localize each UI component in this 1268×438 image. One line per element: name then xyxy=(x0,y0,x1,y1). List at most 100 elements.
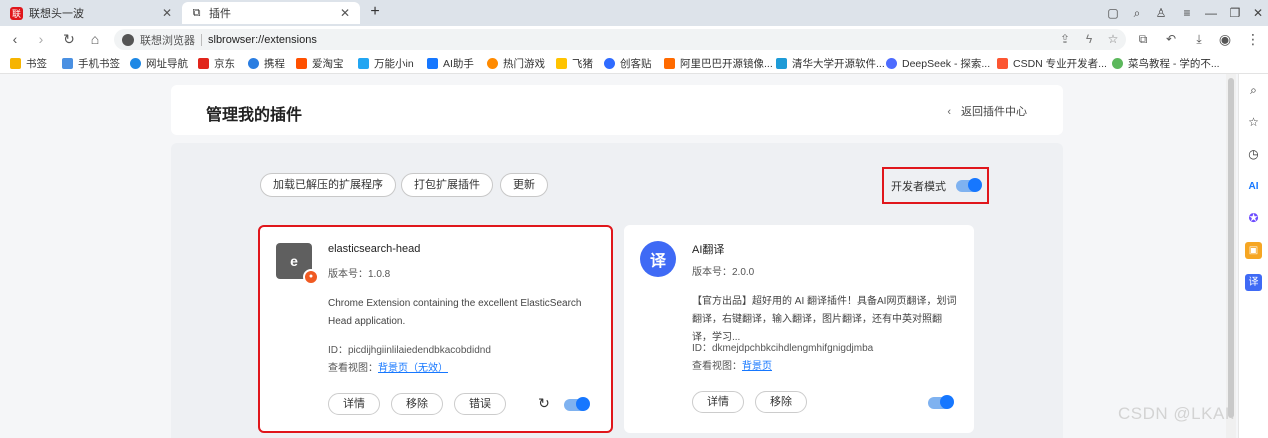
star-icon[interactable]: ☆ xyxy=(1104,30,1122,48)
toolbox-icon[interactable]: ▣ xyxy=(1245,242,1262,259)
extension-name: AI翻译 xyxy=(692,244,725,256)
sidebar-toggle-icon[interactable]: ▢ xyxy=(1104,4,1122,22)
background-page-link[interactable]: 背景页（无效） xyxy=(378,363,448,374)
address-bar[interactable]: 联想浏览器 slbrowser://extensions xyxy=(114,29,1126,50)
ai-icon[interactable]: AI xyxy=(1245,178,1262,195)
history-back-icon[interactable]: ↶ xyxy=(1162,30,1180,48)
extension-card: e ● elasticsearch-head 版本号：1.0.8 Chrome … xyxy=(258,225,613,433)
download-icon[interactable]: ⤓ xyxy=(1190,30,1208,48)
extension-version: 版本号：1.0.8 xyxy=(328,269,391,280)
scrollbar[interactable] xyxy=(1226,74,1236,438)
minimize-icon[interactable]: — xyxy=(1202,4,1220,22)
deepseek-icon xyxy=(886,57,897,69)
load-unpacked-button[interactable]: 加载已解压的扩展程序 xyxy=(260,173,396,197)
extensions-panel: 加载已解压的扩展程序 打包扩展插件 更新 开发者模式 e ● elasticse… xyxy=(171,143,1063,438)
developer-mode-toggle-area: 开发者模式 xyxy=(882,167,989,204)
tab-search-icon[interactable]: ⌕ xyxy=(1128,4,1146,22)
site-security-icon xyxy=(122,33,134,46)
tab-extensions[interactable]: ⧉ 插件 ✕ xyxy=(182,2,360,24)
bolt-icon[interactable]: ϟ xyxy=(1080,30,1098,48)
bookmark-item[interactable]: 手机书签 xyxy=(62,55,120,71)
more-icon[interactable]: ⋮ xyxy=(1244,30,1262,48)
home-icon[interactable]: ⌂ xyxy=(86,30,104,48)
background-page-link[interactable]: 背景页 xyxy=(742,361,772,372)
runoob-icon xyxy=(1112,57,1123,69)
extension-views: 查看视图：背景页（无效） xyxy=(328,359,448,374)
toggle-knob xyxy=(576,397,590,411)
search-icon[interactable]: ⌕ xyxy=(1245,82,1262,99)
back-to-plugin-center-link[interactable]: ‹ 返回插件中心 xyxy=(947,103,1027,119)
tab-lenovo[interactable]: 联 联想头一波 ✕ xyxy=(2,2,182,24)
bookmark-item[interactable]: 万能小in xyxy=(358,55,414,71)
bookmark-item[interactable]: 飞猪 xyxy=(556,55,593,71)
update-button[interactable]: 更新 xyxy=(500,173,548,197)
share-icon[interactable]: ⇪ xyxy=(1056,30,1074,48)
aliyun-icon xyxy=(664,57,675,69)
close-icon[interactable]: ✕ xyxy=(338,6,352,20)
gamepad-icon[interactable]: ✪ xyxy=(1245,210,1262,227)
history-icon[interactable]: ◷ xyxy=(1245,146,1262,163)
bookmark-item[interactable]: 爱淘宝 xyxy=(296,55,344,71)
fliggy-icon xyxy=(556,57,567,69)
extension-version: 版本号：2.0.0 xyxy=(692,267,755,278)
remove-button[interactable]: 移除 xyxy=(755,391,807,413)
jd-icon xyxy=(198,57,209,69)
url-text[interactable]: slbrowser://extensions xyxy=(208,34,317,46)
details-button[interactable]: 详情 xyxy=(692,391,744,413)
bookmark-item[interactable]: AI助手 xyxy=(427,55,474,71)
bookmark-item[interactable]: 菜鸟教程 - 学的不... xyxy=(1112,55,1220,71)
restore-icon[interactable]: ❐ xyxy=(1226,4,1244,22)
pack-extension-button[interactable]: 打包扩展插件 xyxy=(401,173,493,197)
favorites-icon[interactable]: ☆ xyxy=(1245,114,1262,131)
game-icon xyxy=(487,57,498,69)
chevron-left-icon: ‹ xyxy=(947,106,951,118)
bookmark-item[interactable]: 携程 xyxy=(248,55,285,71)
extension-enable-toggle[interactable] xyxy=(564,397,590,411)
taobao-icon xyxy=(296,57,307,69)
reload-icon[interactable]: ↻ xyxy=(60,30,78,48)
developer-mode-toggle[interactable] xyxy=(956,177,982,192)
bookmark-item[interactable]: 京东 xyxy=(198,55,235,71)
bookmarks-bar: 书签 手机书签 网址导航 京东 携程 爱淘宝 万能小in AI助手 热门游戏 飞… xyxy=(0,52,1268,74)
url-divider xyxy=(201,33,202,46)
details-button[interactable]: 详情 xyxy=(328,393,380,415)
side-panel: ⌕ ☆ ◷ AI ✪ ▣ 译 xyxy=(1238,74,1268,438)
tab-label: 联想头一波 xyxy=(29,8,84,20)
menu-lines-icon[interactable]: ≡ xyxy=(1178,4,1196,22)
bookmark-item[interactable]: 阿里巴巴开源镜像... xyxy=(664,55,773,71)
extension-logo: 译 xyxy=(640,241,676,277)
views-label: 查看视图： xyxy=(328,363,378,374)
avatar-icon[interactable]: ◉ xyxy=(1216,30,1234,48)
back-icon[interactable]: ‹ xyxy=(6,30,24,48)
extension-description: Chrome Extension containing the excellen… xyxy=(328,298,582,327)
tuna-icon xyxy=(776,57,787,69)
extension-enable-toggle[interactable] xyxy=(928,395,954,409)
bookmark-item[interactable]: 清华大学开源软件... xyxy=(776,55,885,71)
scrollbar-thumb[interactable] xyxy=(1228,78,1234,418)
close-icon[interactable]: ✕ xyxy=(160,6,174,20)
translate-icon[interactable]: 译 xyxy=(1245,274,1262,291)
back-link-label: 返回插件中心 xyxy=(961,106,1027,118)
close-window-icon[interactable]: ✕ xyxy=(1249,4,1267,22)
tab-strip: 联 联想头一波 ✕ ⧉ 插件 ✕ + ▢ ⌕ ♙ ≡ — ❐ ✕ xyxy=(0,0,1268,26)
bookmark-item[interactable]: CSDN 专业开发者... xyxy=(997,55,1107,71)
ai-icon xyxy=(427,57,438,69)
forward-icon[interactable]: › xyxy=(32,30,50,48)
page-title: 管理我的插件 xyxy=(206,107,303,124)
bookmark-item[interactable]: 创客贴 xyxy=(604,55,652,71)
bookmark-item[interactable]: DeepSeek - 探索... xyxy=(886,55,990,71)
extensions-icon[interactable]: ⧉ xyxy=(1134,30,1152,48)
remove-button[interactable]: 移除 xyxy=(391,393,443,415)
errors-button[interactable]: 错误 xyxy=(454,393,506,415)
bookmark-item[interactable]: 热门游戏 xyxy=(487,55,545,71)
toolbar: ‹ › ↻ ⌂ 联想浏览器 slbrowser://extensions ⇪ ϟ… xyxy=(0,26,1268,52)
bookmark-item[interactable]: 网址导航 xyxy=(130,55,188,71)
extension-views: 查看视图：背景页 xyxy=(692,357,772,372)
extension-id: ID：dkmejdpchbkcihdlengmhifgnigdjmba xyxy=(692,343,874,354)
bookmark-item[interactable]: 书签 xyxy=(10,55,47,71)
record-badge-icon: ● xyxy=(303,269,319,285)
new-tab-button[interactable]: + xyxy=(366,3,384,21)
reload-icon[interactable]: ↻ xyxy=(536,395,552,411)
shirt-icon[interactable]: ♙ xyxy=(1152,4,1170,22)
watermark: CSDN @LKAI. xyxy=(1118,404,1236,423)
